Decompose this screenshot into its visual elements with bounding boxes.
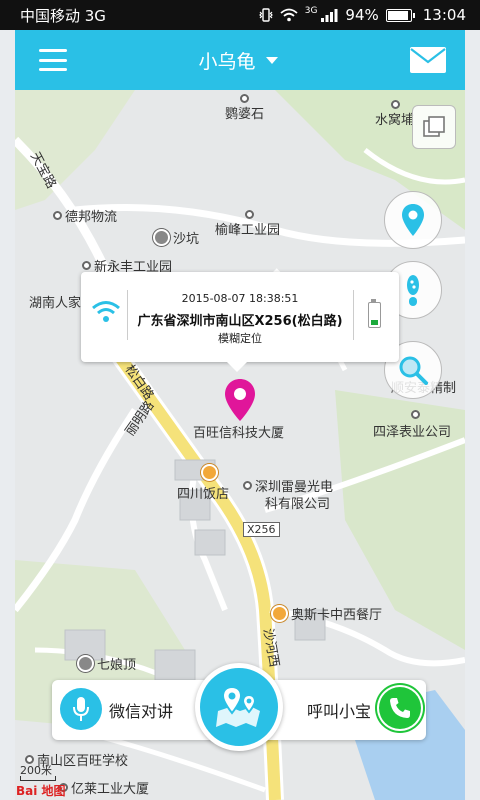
poi-label[interactable]: 四泽表业公司 [373,410,451,440]
poi-icon [53,211,62,220]
poi-icon [240,94,249,103]
device-battery-icon [368,299,381,328]
footprint-icon [407,275,419,306]
poi-label[interactable]: 奥斯卡中西餐厅 [271,604,382,623]
call-label[interactable]: 呼叫小宝 [307,698,371,722]
microphone-icon [73,697,89,721]
clock: 13:04 [422,6,466,24]
wifi-icon [280,8,298,22]
restaurant-icon [201,464,218,481]
message-icon[interactable] [409,46,447,74]
search-icon [399,356,428,385]
poi-label[interactable]: 榆峰工业园 [215,210,280,238]
vibrate-icon [258,8,273,22]
poi-label[interactable]: 湖南人家 [29,292,81,311]
battery-icon [385,8,415,22]
poi-label[interactable]: 四川饭店 [177,464,229,502]
baidu-logo: Bai 地图 [16,784,66,798]
intercom-label[interactable]: 微信对讲 [109,698,173,722]
location-marker-icon[interactable] [224,378,256,422]
location-timestamp: 2015-08-07 18:38:51 [181,292,299,305]
location-pin-icon [402,204,424,236]
poi-icon [82,261,91,270]
layers-icon [423,116,445,137]
poi-label[interactable]: 德邦物流 [53,206,117,225]
signal-icon [321,9,338,22]
carrier-label: 中国移动 3G [20,6,106,25]
poi-label[interactable]: 水窝埔 [375,100,414,128]
poi-icon [245,210,254,219]
scenic-icon [153,229,170,246]
device-selector[interactable]: 小乌龟 [198,47,278,74]
status-icons: 3G 94% 13:04 [258,6,466,24]
poi-label[interactable]: 亿莱工业大厦 [59,778,149,797]
location-address: 广东省深圳市南山区X256(松白路) [137,314,343,329]
map-pins-icon [216,685,260,727]
poi-label[interactable]: 沙坑 [153,228,199,247]
battery-percent: 94% [345,6,379,24]
poi-label[interactable]: 百旺信科技大厦 [193,422,284,441]
restaurant-icon [271,605,288,622]
poi-label[interactable]: 七娘顶 [77,654,136,673]
locate-mode: 模糊定位 [218,332,262,345]
menu-icon[interactable] [39,49,67,71]
locate-button[interactable] [384,191,442,249]
app-header: 小乌龟 [15,30,465,90]
mountain-icon [77,655,94,672]
location-info-popup[interactable]: 2015-08-07 18:38:51 广东省深圳市南山区X256(松白路) 模… [81,272,399,372]
phone-icon [390,698,410,718]
map-scale-bar [20,776,56,781]
road-shield: X256 [243,522,280,537]
poi-label[interactable]: 鹦婆石 [225,94,264,122]
poi-label[interactable]: 科有限公司 [265,493,330,512]
map-layer-button[interactable] [412,105,456,149]
poi-icon [411,410,420,419]
call-button[interactable] [379,687,421,729]
chevron-down-icon [265,56,278,64]
status-bar: 中国移动 3G 3G 94% 13:04 [0,0,480,30]
device-name: 小乌龟 [198,50,256,73]
poi-icon [243,481,252,490]
map-navigation-button[interactable] [195,663,283,751]
network-type: 3G [304,6,318,16]
poi-icon [391,100,400,109]
intercom-button[interactable] [60,688,102,730]
